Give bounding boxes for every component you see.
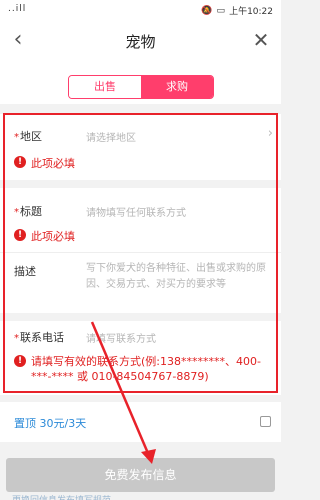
title-error: ! 此项必填: [14, 228, 75, 244]
chevron-right-icon: ›: [267, 126, 273, 141]
region-error: ! 此项必填: [14, 155, 75, 171]
title-input[interactable]: 请物填写任何联系方式: [86, 204, 186, 219]
nav-bar: ‹ 宠物 ✕: [0, 20, 281, 62]
description-input[interactable]: 写下你爱犬的各种特征、出售或求购的原因、交易方式、对买方的要求等: [86, 261, 271, 293]
title-section: *标题 请物填写任何联系方式 ! 此项必填: [0, 188, 281, 252]
divider: [0, 180, 281, 188]
tab-buy[interactable]: 求购: [141, 76, 213, 98]
status-bar: ..ill 🔕 ▭ 上午10:22: [0, 0, 281, 20]
mute-icon: 🔕: [201, 5, 213, 16]
region-label: *地区: [14, 130, 42, 143]
title-label: *标题: [14, 205, 42, 218]
divider: [0, 313, 281, 321]
error-icon: !: [14, 355, 26, 367]
top-option-checkbox[interactable]: [260, 416, 271, 427]
tab-sell[interactable]: 出售: [69, 76, 141, 98]
submit-button[interactable]: 免费发布信息: [6, 458, 275, 492]
phone-section: *联系电话 请填写联系方式 ! 请填写有效的联系方式(例:138********…: [0, 321, 281, 395]
region-section[interactable]: *地区 请选择地区 › ! 此项必填: [0, 114, 281, 180]
description-section: 描述 写下你爱犬的各种特征、出售或求购的原因、交易方式、对买方的要求等: [0, 253, 281, 313]
phone-error: ! 请填写有效的联系方式(例:138********、400-***-**** …: [14, 354, 269, 384]
error-icon: !: [14, 229, 26, 241]
signal-indicator: ..ill: [8, 4, 27, 14]
sell-buy-segment: 出售 求购: [68, 75, 214, 99]
error-icon: !: [14, 156, 26, 168]
segment-wrap: 出售 求购: [0, 62, 281, 104]
phone-input[interactable]: 请填写联系方式: [86, 330, 156, 345]
status-time: 上午10:22: [229, 7, 273, 17]
status-right: 🔕 ▭ 上午10:22: [201, 4, 273, 18]
footer-link[interactable]: 更换回信息发布填写规范: [12, 493, 111, 500]
top-option-row[interactable]: 置顶 30元/3天: [0, 402, 281, 442]
close-icon[interactable]: ✕: [249, 28, 273, 52]
region-select[interactable]: 请选择地区: [86, 129, 136, 144]
top-option-label: 置顶 30元/3天: [14, 417, 87, 430]
description-label: 描述: [14, 265, 36, 278]
phone-label: *联系电话: [14, 331, 64, 344]
page-title: 宠物: [125, 33, 156, 51]
battery-icon: ▭: [216, 5, 226, 16]
